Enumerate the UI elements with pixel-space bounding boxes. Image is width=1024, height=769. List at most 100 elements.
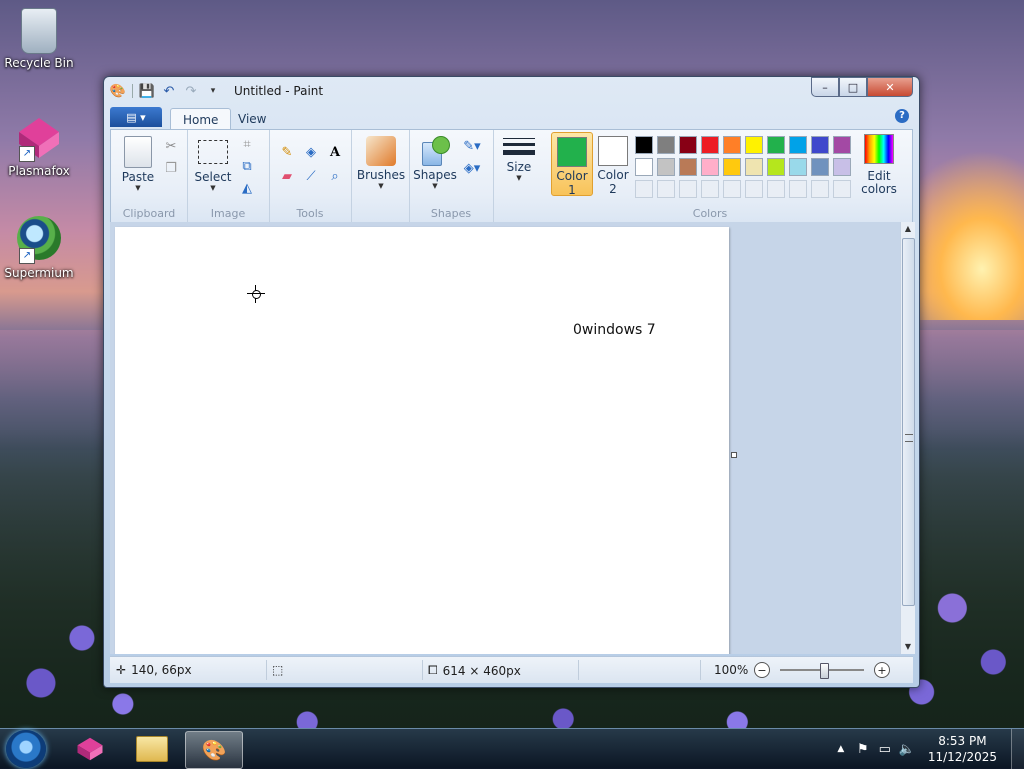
color2-swatch xyxy=(598,136,628,166)
tab-view[interactable]: View xyxy=(226,108,278,129)
volume-muted-icon[interactable]: 🔈 xyxy=(896,742,918,757)
palette-swatch[interactable] xyxy=(833,136,851,154)
palette-swatch[interactable] xyxy=(811,158,829,176)
palette-swatch[interactable] xyxy=(723,136,741,154)
custom-color-slot[interactable] xyxy=(789,180,807,198)
custom-color-slot[interactable] xyxy=(679,180,697,198)
palette-swatch[interactable] xyxy=(767,158,785,176)
edit-colors-button[interactable]: Edit colors xyxy=(859,134,899,196)
show-desktop-button[interactable] xyxy=(1011,729,1024,769)
resize-icon[interactable]: ⧉ xyxy=(237,156,257,176)
custom-color-slot[interactable] xyxy=(635,180,653,198)
cursor-position: ✛ 140, 66px xyxy=(116,663,192,677)
clock-date: 11/12/2025 xyxy=(927,750,997,764)
eraser-icon[interactable]: ▰ xyxy=(277,166,297,186)
taskbar-plasmafox[interactable] xyxy=(62,731,118,767)
rotate-icon[interactable]: ◭ xyxy=(237,178,257,198)
palette-swatch[interactable] xyxy=(833,158,851,176)
maximize-button[interactable]: □ xyxy=(839,77,867,97)
group-clipboard: Paste ▼ ✂ ❐ Clipboard xyxy=(111,130,188,222)
title-bar[interactable]: 🎨 💾 ↶ ↷ ▾ Untitled - Paint – □ ✕ xyxy=(104,77,919,105)
save-icon[interactable]: 💾 xyxy=(139,83,155,99)
canvas-resize-handle[interactable] xyxy=(731,452,737,458)
custom-color-slot[interactable] xyxy=(811,180,829,198)
minimize-button[interactable]: – xyxy=(811,77,839,97)
paint-menu-icon: ▤ ▾ xyxy=(126,110,146,124)
zoom-in-button[interactable]: + xyxy=(874,662,890,678)
shapes-icon xyxy=(420,136,450,166)
custom-color-slot[interactable] xyxy=(701,180,719,198)
start-button[interactable] xyxy=(6,730,46,768)
taskbar-paint[interactable]: 🎨 xyxy=(185,731,243,769)
chevron-down-icon: ▼ xyxy=(516,174,522,182)
palette-swatch[interactable] xyxy=(635,136,653,154)
color2-button[interactable]: Color 2 xyxy=(593,132,633,196)
zoom-in-icon: + xyxy=(874,662,890,678)
fill-shape-icon[interactable]: ◈▾ xyxy=(459,158,485,178)
color1-button[interactable]: Color 1 xyxy=(551,132,593,197)
zoom-slider-thumb[interactable] xyxy=(820,663,829,679)
palette-swatch[interactable] xyxy=(767,136,785,154)
pencil-icon[interactable]: ✎ xyxy=(277,142,297,162)
drawing-canvas[interactable]: 0windows 7 xyxy=(115,227,729,654)
custom-color-slot[interactable] xyxy=(657,180,675,198)
custom-color-slot[interactable] xyxy=(767,180,785,198)
clock[interactable]: 8:53 PM 11/12/2025 xyxy=(928,733,997,765)
fill-icon[interactable]: ◈ xyxy=(301,142,321,162)
color-picker-icon[interactable]: ⟋ xyxy=(301,166,321,186)
paste-icon xyxy=(124,136,152,168)
paint-menu-button[interactable]: ▤ ▾ xyxy=(110,107,162,127)
magnifier-icon[interactable]: ⌕ xyxy=(325,166,345,186)
scroll-up-icon[interactable]: ▲ xyxy=(901,222,915,236)
brushes-label: Brushes xyxy=(356,168,406,182)
redo-icon[interactable]: ↷ xyxy=(183,83,199,99)
customize-qat-icon[interactable]: ▾ xyxy=(205,83,221,99)
palette-swatch[interactable] xyxy=(657,136,675,154)
close-button[interactable]: ✕ xyxy=(867,77,913,97)
tab-home[interactable]: Home xyxy=(170,108,232,130)
desktop-icon-recycle-bin[interactable]: Recycle Bin xyxy=(3,8,75,70)
zoom-slider[interactable] xyxy=(780,663,864,679)
help-icon[interactable]: ? xyxy=(895,109,909,123)
paint-app-icon[interactable]: 🎨 xyxy=(110,83,126,99)
palette-swatch[interactable] xyxy=(723,158,741,176)
taskbar-explorer[interactable] xyxy=(124,731,180,767)
size-button[interactable]: Size ▼ xyxy=(499,134,539,182)
image-size-icon: ⧠ xyxy=(428,663,438,677)
cut-icon[interactable]: ✂ xyxy=(161,136,181,156)
palette-swatch[interactable] xyxy=(789,158,807,176)
copy-icon[interactable]: ❐ xyxy=(161,158,181,178)
select-button[interactable]: Select ▼ xyxy=(193,136,233,192)
scroll-thumb[interactable] xyxy=(902,238,915,606)
palette-swatch[interactable] xyxy=(745,158,763,176)
vertical-scrollbar[interactable]: ▲ ▼ xyxy=(900,222,915,654)
palette-swatch[interactable] xyxy=(635,158,653,176)
desktop-icon-label: Plasmafox xyxy=(8,164,70,178)
custom-color-slot[interactable] xyxy=(833,180,851,198)
scroll-down-icon[interactable]: ▼ xyxy=(901,640,915,654)
paste-button[interactable]: Paste ▼ xyxy=(117,136,159,192)
palette-swatch[interactable] xyxy=(789,136,807,154)
undo-icon[interactable]: ↶ xyxy=(161,83,177,99)
palette-swatch[interactable] xyxy=(679,158,697,176)
crop-icon[interactable]: ⌗ xyxy=(237,134,257,154)
network-icon[interactable]: ▭ xyxy=(874,742,896,757)
palette-swatch[interactable] xyxy=(657,158,675,176)
outline-icon[interactable]: ✎▾ xyxy=(459,136,485,156)
palette-swatch[interactable] xyxy=(811,136,829,154)
desktop-icon-plasmafox[interactable]: ↗ Plasmafox xyxy=(3,114,75,178)
zoom-out-button[interactable]: − xyxy=(754,662,770,678)
shapes-button[interactable]: Shapes ▼ xyxy=(413,136,457,190)
palette-swatch[interactable] xyxy=(701,158,719,176)
text-icon[interactable]: A xyxy=(325,142,345,162)
select-icon xyxy=(198,140,228,164)
palette-swatch[interactable] xyxy=(701,136,719,154)
custom-color-slot[interactable] xyxy=(745,180,763,198)
palette-swatch[interactable] xyxy=(745,136,763,154)
palette-swatch[interactable] xyxy=(679,136,697,154)
custom-color-slot[interactable] xyxy=(723,180,741,198)
show-hidden-icons[interactable]: ▲ xyxy=(830,744,852,754)
brushes-button[interactable]: Brushes ▼ xyxy=(355,136,407,190)
desktop-icon-supermium[interactable]: ↗ Supermium xyxy=(3,216,75,280)
action-center-flag-icon[interactable]: ⚑ xyxy=(852,742,874,757)
